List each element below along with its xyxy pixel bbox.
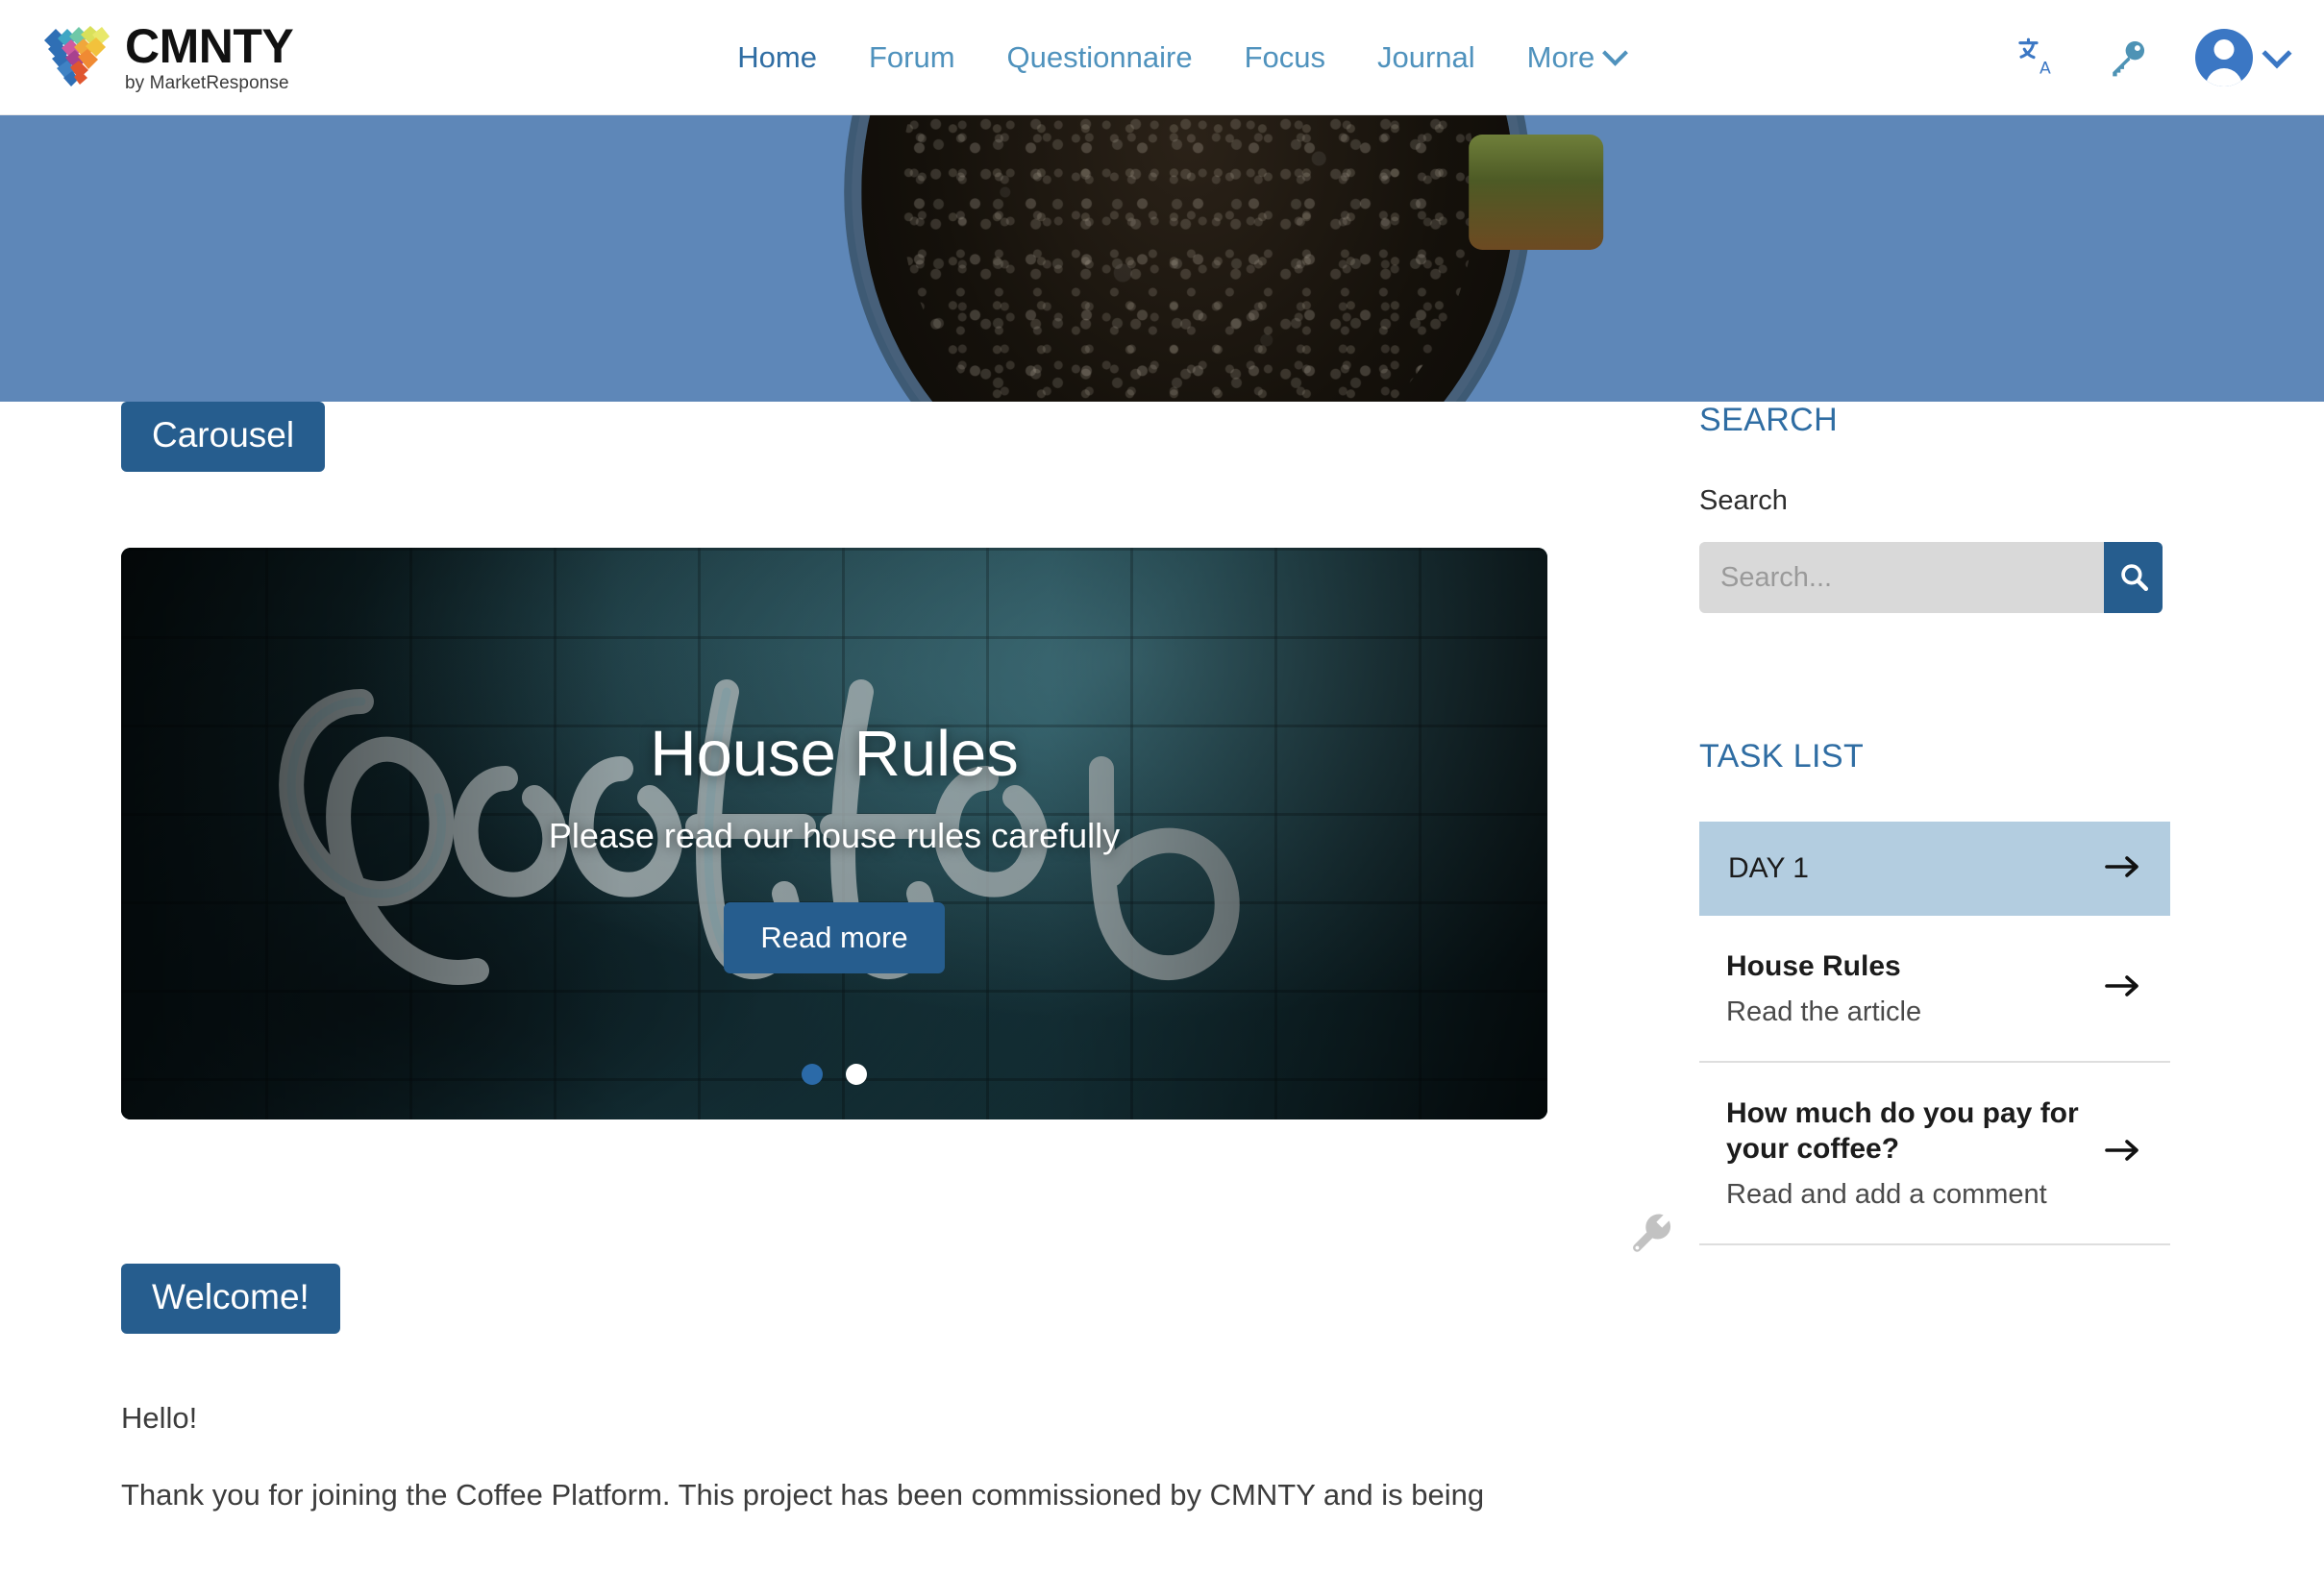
task-day-label: DAY 1 (1728, 852, 1809, 884)
search-button[interactable] (2104, 542, 2163, 613)
task-list-item[interactable]: House Rules Read the article (1699, 916, 2170, 1063)
search-row (1699, 542, 2163, 613)
main-navigation: Home Forum Questionnaire Focus Journal M… (711, 40, 1650, 75)
arrow-right-icon (2105, 852, 2141, 886)
site-header: CMNTY by MarketResponse Home Forum Quest… (0, 0, 2324, 115)
cup-handle (1469, 135, 1604, 250)
svg-text:A: A (2040, 59, 2051, 78)
header-icon-group: A (2016, 28, 2292, 86)
search-heading: SEARCH (1699, 402, 1839, 438)
task-item-subtitle: Read and add a comment (1726, 1178, 2047, 1210)
task-item-text: House Rules Read the article (1726, 948, 1921, 1028)
slide-subtitle: Please read our house rules carefully (548, 816, 1121, 855)
avatar (2195, 28, 2253, 86)
welcome-paragraph-1: Hello! (121, 1401, 198, 1435)
search-label: Search (1699, 485, 1788, 516)
coffee-cup-image (861, 115, 1604, 402)
carousel-section: House Rules Please read our house rules … (121, 548, 1553, 1119)
search-input[interactable] (1699, 542, 2104, 613)
nav-item-forum[interactable]: Forum (843, 40, 981, 75)
carousel-dot-1[interactable] (802, 1064, 823, 1085)
task-item-title: How much do you pay for your coffee? (1726, 1096, 2079, 1166)
page-content: Carousel House Rules Please read our hou… (0, 402, 2324, 1574)
chevron-down-icon (2262, 37, 2292, 68)
user-avatar-menu[interactable] (2195, 28, 2292, 86)
search-icon (2117, 560, 2150, 596)
task-list-item[interactable]: How much do you pay for your coffee? Rea… (1699, 1063, 2170, 1245)
carousel-slide: House Rules Please read our house rules … (121, 548, 1547, 1119)
task-item-subtitle: Read the article (1726, 996, 1922, 1027)
brand-logo[interactable]: CMNTY by MarketResponse (42, 19, 294, 93)
nav-item-focus[interactable]: Focus (1219, 40, 1351, 75)
translate-icon[interactable]: A (2016, 36, 2061, 80)
arrow-right-icon (2105, 971, 2141, 1005)
hero-banner (0, 115, 2324, 402)
nav-item-home[interactable]: Home (711, 40, 843, 75)
nav-item-more[interactable]: More (1501, 40, 1651, 75)
brand-name: CMNTY (125, 19, 294, 73)
task-list-heading: TASK LIST (1699, 738, 1865, 775)
task-item-text: How much do you pay for your coffee? Rea… (1726, 1095, 2088, 1211)
slide-title: House Rules (650, 718, 1019, 790)
task-list-widget: TASK LIST DAY 1 House Rules Read the art… (1699, 738, 2170, 1245)
carousel-dots (802, 1064, 867, 1085)
welcome-paragraph-2: Thank you for joining the Coffee Platfor… (121, 1478, 1485, 1513)
cmnty-diamond-logo (42, 23, 111, 92)
carousel[interactable]: House Rules Please read our house rules … (121, 548, 1547, 1119)
chevron-down-icon (1602, 39, 1629, 66)
nav-item-more-label: More (1526, 39, 1595, 74)
task-item-title: House Rules (1726, 950, 1901, 982)
welcome-section: Welcome! Hello! Thank you for joining th… (121, 1214, 1671, 1518)
carousel-dot-2[interactable] (846, 1064, 867, 1085)
search-widget: SEARCH Search (1699, 402, 2170, 613)
carousel-section-badge: Carousel (121, 402, 326, 472)
wrench-icon[interactable] (1629, 1211, 1673, 1255)
nav-item-journal[interactable]: Journal (1351, 40, 1501, 75)
welcome-section-badge: Welcome! (121, 1264, 340, 1334)
read-more-button[interactable]: Read more (724, 902, 945, 973)
welcome-text: Hello! Thank you for joining the Coffee … (121, 1395, 1553, 1518)
brand-tagline: by MarketResponse (125, 73, 289, 93)
coffee-foam (900, 115, 1477, 402)
main-column: Carousel House Rules Please read our hou… (121, 402, 1671, 1549)
task-day-header[interactable]: DAY 1 (1699, 822, 2170, 916)
nav-item-questionnaire[interactable]: Questionnaire (981, 40, 1219, 75)
sidebar: SEARCH Search TASK LIST DAY 1 (1699, 402, 2170, 1245)
arrow-right-icon (2105, 1136, 2141, 1169)
key-icon[interactable] (2107, 37, 2149, 79)
